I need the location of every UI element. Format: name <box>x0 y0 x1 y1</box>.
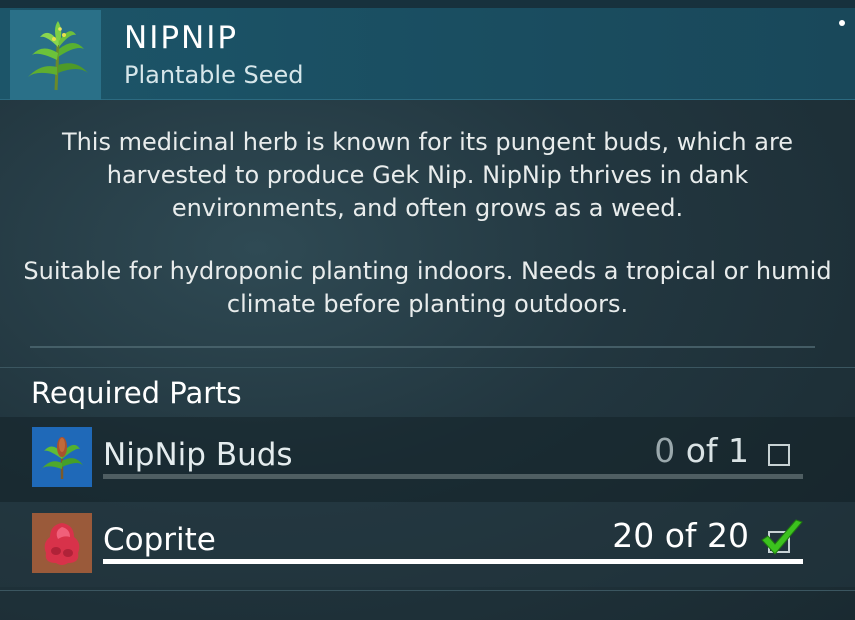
item-description: This medicinal herb is known for its pun… <box>20 126 835 351</box>
part-name: NipNip Buds <box>103 437 293 473</box>
item-subtitle: Plantable Seed <box>124 61 304 89</box>
nipnip-plant-icon <box>27 21 88 91</box>
part-progress-bar <box>103 474 803 479</box>
coprite-icon <box>44 523 80 565</box>
required-part-row[interactable]: Coprite 20 of 20 <box>0 502 855 587</box>
part-count: 0 of 1 <box>654 431 749 470</box>
item-icon-frame <box>10 10 101 100</box>
part-count: 20 of 20 <box>612 516 749 555</box>
nipnip-buds-icon <box>40 437 84 479</box>
checkmark-icon <box>761 519 803 555</box>
part-icon-frame <box>32 427 92 487</box>
status-dot <box>839 20 845 26</box>
part-checkbox <box>768 444 790 466</box>
required-parts-title: Required Parts <box>31 376 242 410</box>
divider <box>30 346 815 348</box>
part-have-count: 20 <box>612 516 655 555</box>
part-required-count: of 1 <box>685 431 749 470</box>
part-required-count: of 20 <box>664 516 749 555</box>
part-progress-bar <box>103 559 803 564</box>
item-header: NIPNIP Plantable Seed <box>0 8 855 100</box>
item-title: NIPNIP <box>124 20 239 56</box>
top-strip <box>0 0 855 8</box>
part-icon-frame <box>32 513 92 573</box>
description-paragraph-2: Suitable for hydroponic planting indoors… <box>23 257 832 318</box>
required-part-row[interactable]: NipNip Buds 0 of 1 <box>0 417 855 502</box>
part-have-count: 0 <box>654 431 676 470</box>
section-separator <box>0 367 855 368</box>
bottom-separator <box>0 590 855 591</box>
part-name: Coprite <box>103 522 216 558</box>
description-paragraph-1: This medicinal herb is known for its pun… <box>61 128 794 222</box>
